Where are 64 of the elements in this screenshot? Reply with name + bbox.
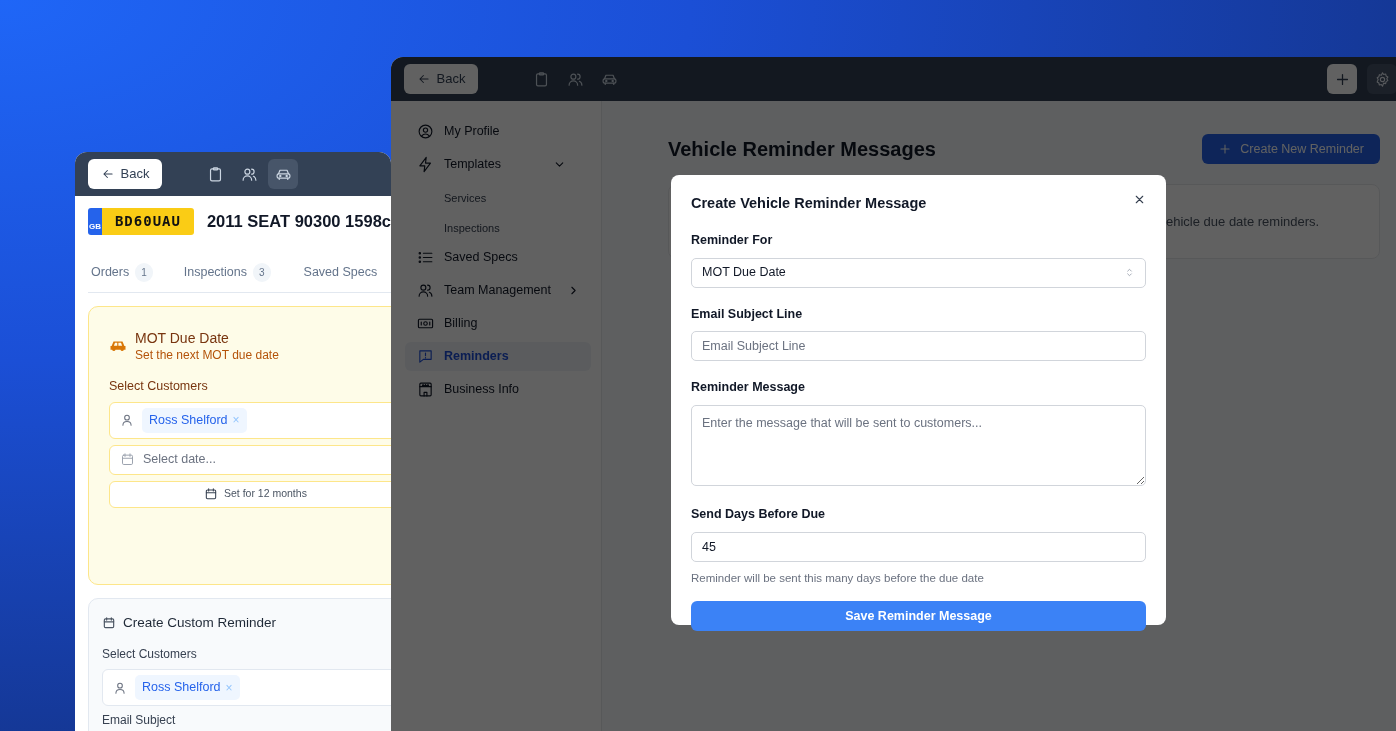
- car-tab[interactable]: [268, 159, 298, 189]
- days-input[interactable]: 45: [691, 531, 1146, 562]
- sidebar-item[interactable]: Billing: [405, 309, 591, 338]
- card-title: MOT Due Date: [135, 329, 230, 347]
- list-icon: [417, 249, 434, 266]
- user-circle-icon: [417, 123, 434, 140]
- chevron-updown-icon: [1124, 267, 1135, 278]
- tab[interactable]: Orders 1: [88, 263, 153, 292]
- customer-select-field[interactable]: Ross Shelford ×: [102, 669, 391, 707]
- message-textarea[interactable]: Enter the message that will be sent to customers...: [691, 405, 1146, 486]
- sidebar-item[interactable]: My Profile: [405, 117, 591, 146]
- field-label: Reminder Message: [691, 379, 806, 397]
- field-label: Send Days Before Due: [691, 506, 827, 523]
- user-icon: [120, 413, 134, 428]
- set-12-months-button[interactable]: Set for 12 months: [109, 480, 391, 508]
- license-plate: GB BD60UAU: [88, 208, 194, 235]
- calendar-icon: [102, 616, 116, 631]
- plus-icon: [1218, 142, 1233, 156]
- subject-input[interactable]: Email Subject Line: [691, 331, 1146, 362]
- user-icon: [113, 680, 127, 695]
- customer-tag: Ross Shelford ×: [135, 675, 240, 701]
- sidebar-subitem[interactable]: Inspections: [391, 213, 574, 243]
- sidebar-item[interactable]: Templates: [405, 150, 591, 179]
- info-text: ehicle due date reminders.: [1166, 212, 1320, 231]
- lightning-icon: [417, 156, 434, 173]
- calendar-icon: [120, 452, 135, 468]
- sidebar-subitem[interactable]: Services: [391, 183, 574, 213]
- sidebar-item[interactable]: Team Management: [405, 276, 591, 305]
- arrow-left-icon: [416, 72, 431, 86]
- arrow-left-icon: [100, 167, 115, 181]
- field-label: Email Subject: [102, 713, 177, 728]
- field-label: Email Subject Line: [691, 305, 804, 323]
- sidebar-item[interactable]: Saved Specs: [405, 243, 591, 272]
- calendar-icon: [204, 487, 218, 502]
- card-subtitle: Set the next MOT due date: [135, 347, 279, 363]
- customer-tag: Ross Shelford ×: [142, 407, 247, 433]
- help-text: Reminder will be sent this many days before the due date: [691, 570, 985, 586]
- create-reminder-button[interactable]: Create New Reminder: [1202, 134, 1380, 164]
- add-button[interactable]: [1327, 64, 1357, 94]
- page-title: Vehicle Reminder Messages: [668, 137, 936, 162]
- card-title: Create Custom Reminder: [123, 614, 277, 632]
- users-icon: [417, 282, 434, 299]
- back-button[interactable]: Back: [88, 159, 162, 189]
- remove-tag-button[interactable]: ×: [225, 678, 233, 697]
- count-badge: 3: [253, 263, 271, 282]
- sidebar-item[interactable]: Business Info: [405, 375, 591, 404]
- sidebar-item[interactable]: Reminders: [405, 342, 591, 371]
- vehicle-title: 2011 SEAT 90300 1598c: [206, 211, 391, 233]
- tab[interactable]: Saved Specs: [303, 263, 378, 292]
- count-badge: 1: [135, 263, 153, 282]
- modal-title: Create Vehicle Reminder Message: [691, 194, 927, 213]
- reminder-type-select[interactable]: MOT Due Date: [691, 257, 1146, 288]
- customer-select-field[interactable]: Ross Shelford ×: [109, 401, 391, 439]
- alert-message-icon: [417, 348, 434, 365]
- field-label: Select Customers: [102, 646, 198, 664]
- tab[interactable]: Inspections 3: [183, 263, 271, 292]
- storefront-icon: [417, 381, 434, 398]
- date-field[interactable]: Select date...: [109, 444, 391, 475]
- back-button[interactable]: Back: [404, 64, 478, 94]
- remove-tag-button[interactable]: ×: [232, 411, 240, 430]
- settings-button[interactable]: [1367, 64, 1396, 94]
- field-label: Select Customers: [109, 378, 209, 395]
- save-button[interactable]: Save Reminder Message: [691, 601, 1146, 631]
- field-label: Reminder For: [691, 231, 774, 249]
